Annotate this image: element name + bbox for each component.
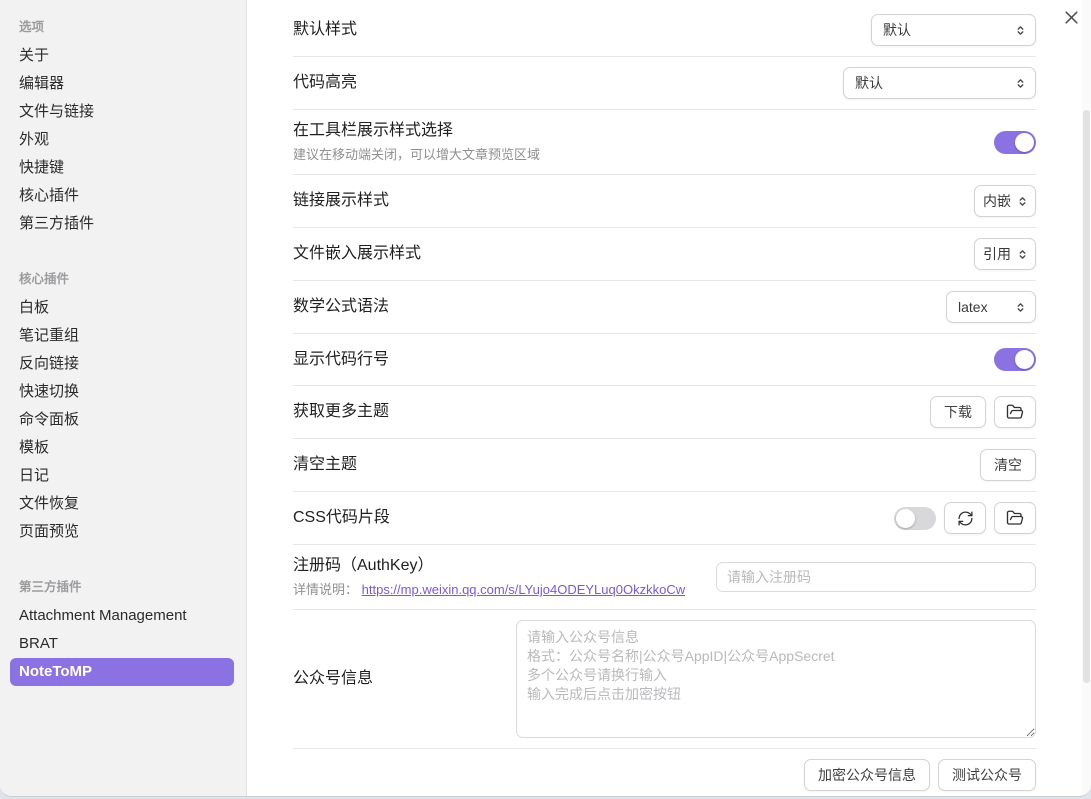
- sidebar-item-templates[interactable]: 模板: [10, 434, 234, 462]
- select-value: 默认: [883, 20, 911, 40]
- sidebar-item-canvas[interactable]: 白板: [10, 294, 234, 322]
- sidebar-item-hotkeys[interactable]: 快捷键: [10, 154, 234, 182]
- setting-description: 详情说明： https://mp.weixin.qq.com/s/LYujo4O…: [293, 581, 716, 599]
- select-value: 默认: [855, 73, 883, 93]
- sidebar-section-header: 核心插件: [10, 262, 234, 294]
- close-button[interactable]: [1060, 6, 1082, 28]
- setting-label: 链接展示样式: [293, 190, 974, 212]
- sidebar-item-about[interactable]: 关于: [10, 42, 234, 70]
- sidebar-section-header: 选项: [10, 10, 234, 42]
- setting-description: 建议在移动端关闭，可以增大文章预览区域: [293, 146, 994, 164]
- authkey-input[interactable]: [716, 562, 1036, 592]
- setting-row-math-syntax: 数学公式语法 latex: [293, 281, 1036, 334]
- settings-sidebar: 选项 关于 编辑器 文件与链接 外观 快捷键 核心插件 第三方插件 核心插件 白…: [0, 0, 247, 796]
- select-value: 内嵌: [983, 191, 1011, 211]
- refresh-css-button[interactable]: [944, 502, 986, 534]
- default-style-select[interactable]: 默认: [871, 14, 1036, 46]
- chevrons-up-down-icon: [1017, 196, 1028, 207]
- setting-row-toolbar-style: 在工具栏展示样式选择 建议在移动端关闭，可以增大文章预览区域: [293, 110, 1036, 175]
- code-highlight-select[interactable]: 默认: [843, 67, 1036, 99]
- sidebar-item-daily-notes[interactable]: 日记: [10, 462, 234, 490]
- toggle-knob: [1015, 350, 1034, 369]
- chevrons-up-down-icon: [1015, 78, 1026, 89]
- line-number-toggle[interactable]: [994, 348, 1036, 371]
- settings-panel: 默认样式 默认 代码高亮 默认 在工具栏展示样式选择 建议在移动端关闭，可以增大…: [247, 0, 1091, 796]
- scrollbar-thumb[interactable]: [1083, 110, 1090, 683]
- sidebar-section-community-plugins: 第三方插件 Attachment Management BRAT NoteToM…: [10, 570, 234, 686]
- clear-theme-button[interactable]: 清空: [980, 449, 1036, 481]
- setting-label: CSS代码片段: [293, 507, 894, 529]
- sidebar-item-page-preview[interactable]: 页面预览: [10, 518, 234, 546]
- sidebar-item-appearance[interactable]: 外观: [10, 126, 234, 154]
- encrypt-mp-info-button[interactable]: 加密公众号信息: [804, 759, 930, 791]
- sidebar-item-quick-switcher[interactable]: 快速切换: [10, 378, 234, 406]
- setting-row-css-snippet: CSS代码片段: [293, 492, 1036, 545]
- sidebar-item-brat[interactable]: BRAT: [10, 630, 234, 658]
- setting-row-embed-style: 文件嵌入展示样式 引用: [293, 228, 1036, 281]
- sidebar-section-core-plugins: 核心插件 白板 笔记重组 反向链接 快速切换 命令面板 模板 日记 文件恢复 页…: [10, 262, 234, 546]
- folder-open-icon: [1006, 509, 1024, 527]
- select-value: 引用: [983, 244, 1011, 264]
- authkey-doc-link[interactable]: https://mp.weixin.qq.com/s/LYujo4ODEYLuq…: [362, 582, 685, 597]
- sidebar-item-note-composer[interactable]: 笔记重组: [10, 322, 234, 350]
- setting-row-default-style: 默认样式 默认: [293, 4, 1036, 57]
- setting-row-link-style: 链接展示样式 内嵌: [293, 175, 1036, 228]
- setting-label: 文件嵌入展示样式: [293, 243, 974, 265]
- link-style-select[interactable]: 内嵌: [974, 185, 1036, 217]
- toggle-knob: [896, 509, 915, 528]
- mp-info-textarea[interactable]: [516, 620, 1036, 738]
- sidebar-section-options: 选项 关于 编辑器 文件与链接 外观 快捷键 核心插件 第三方插件: [10, 10, 234, 238]
- setting-row-code-highlight: 代码高亮 默认: [293, 57, 1036, 110]
- mp-actions-row: 加密公众号信息 测试公众号: [293, 749, 1036, 796]
- authkey-doc-prefix: 详情说明：: [293, 582, 358, 597]
- setting-label: 代码高亮: [293, 72, 843, 94]
- chevrons-up-down-icon: [1015, 302, 1026, 313]
- settings-dialog: 选项 关于 编辑器 文件与链接 外观 快捷键 核心插件 第三方插件 核心插件 白…: [0, 0, 1091, 797]
- setting-label: 在工具栏展示样式选择: [293, 120, 994, 142]
- close-icon: [1063, 9, 1080, 26]
- sidebar-item-core-plugins[interactable]: 核心插件: [10, 182, 234, 210]
- toolbar-style-toggle[interactable]: [994, 131, 1036, 154]
- open-theme-folder-button[interactable]: [994, 396, 1036, 428]
- setting-label: 公众号信息: [293, 668, 516, 690]
- sidebar-section-header: 第三方插件: [10, 570, 234, 602]
- scrollbar[interactable]: [1082, 0, 1091, 796]
- sidebar-item-backlinks[interactable]: 反向链接: [10, 350, 234, 378]
- math-syntax-select[interactable]: latex: [946, 291, 1036, 323]
- sidebar-item-file-recovery[interactable]: 文件恢复: [10, 490, 234, 518]
- chevrons-up-down-icon: [1017, 249, 1028, 260]
- css-snippet-toggle[interactable]: [894, 507, 936, 530]
- setting-row-clear-theme: 清空主题 清空: [293, 439, 1036, 492]
- embed-style-select[interactable]: 引用: [974, 238, 1036, 270]
- setting-label: 获取更多主题: [293, 401, 930, 423]
- toggle-knob: [1015, 133, 1034, 152]
- test-mp-button[interactable]: 测试公众号: [938, 759, 1036, 791]
- select-value: latex: [958, 299, 988, 315]
- sidebar-item-files-links[interactable]: 文件与链接: [10, 98, 234, 126]
- download-theme-button[interactable]: 下载: [930, 396, 986, 428]
- open-css-folder-button[interactable]: [994, 502, 1036, 534]
- refresh-icon: [957, 510, 974, 527]
- setting-label: 显示代码行号: [293, 349, 994, 371]
- chevrons-up-down-icon: [1015, 25, 1026, 36]
- setting-row-more-themes: 获取更多主题 下载: [293, 386, 1036, 439]
- setting-label: 数学公式语法: [293, 296, 946, 318]
- sidebar-item-community-plugins[interactable]: 第三方插件: [10, 210, 234, 238]
- sidebar-item-editor[interactable]: 编辑器: [10, 70, 234, 98]
- sidebar-item-notetomp[interactable]: NoteToMP: [10, 658, 234, 686]
- setting-row-line-number: 显示代码行号: [293, 334, 1036, 386]
- sidebar-item-attachment-management[interactable]: Attachment Management: [10, 602, 234, 630]
- setting-label: 注册码（AuthKey）: [293, 555, 716, 577]
- setting-label: 默认样式: [293, 19, 871, 41]
- setting-label: 清空主题: [293, 454, 980, 476]
- sidebar-item-command-palette[interactable]: 命令面板: [10, 406, 234, 434]
- folder-open-icon: [1006, 403, 1024, 421]
- setting-row-mp-info: 公众号信息: [293, 610, 1036, 749]
- setting-row-authkey: 注册码（AuthKey） 详情说明： https://mp.weixin.qq.…: [293, 545, 1036, 610]
